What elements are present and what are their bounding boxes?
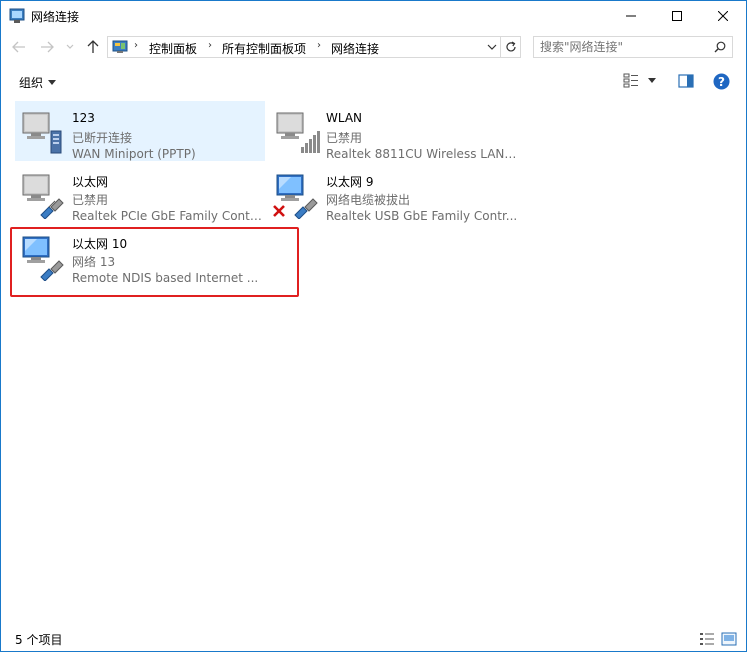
connection-status: 已禁用 (72, 193, 109, 207)
close-button[interactable] (700, 1, 746, 31)
breadcrumb-separator: › (317, 40, 321, 51)
item-count: 5 个项目 (15, 633, 63, 647)
address-dropdown-icon[interactable] (487, 42, 497, 52)
vpn-connection-icon (22, 112, 62, 154)
organize-label: 组织 (19, 76, 44, 90)
network-connections-window: 网络连接 › 控制面板 › 所有控制面板项 › 网络连接 搜索"网络连接" 组织… (0, 0, 747, 652)
connection-name: 以太网 9 (326, 175, 374, 189)
details-view-icon[interactable] (699, 631, 715, 647)
status-bar: 5 个项目 (1, 627, 746, 651)
connection-device: Realtek 8811CU Wireless LAN ... (326, 147, 518, 161)
highlight-annotation-box (10, 227, 299, 297)
connection-name: WLAN (326, 111, 363, 125)
ethernet-unplugged-icon (273, 174, 318, 219)
help-icon[interactable]: ? (713, 73, 730, 90)
maximize-icon (672, 11, 682, 21)
connections-list: 123 已断开连接 WAN Miniport (PPTP) WLAN 已禁用 R… (1, 97, 746, 622)
back-button[interactable] (11, 39, 27, 55)
network-connections-icon (9, 8, 25, 23)
wireless-connection-icon (276, 112, 320, 153)
command-bar: 组织 ? (1, 65, 746, 97)
connection-status: 已禁用 (326, 131, 363, 145)
refresh-button[interactable] (501, 36, 521, 58)
connection-item-wlan[interactable]: WLAN 已禁用 Realtek 8811CU Wireless LAN ... (269, 101, 519, 161)
navigation-bar: › 控制面板 › 所有控制面板项 › 网络连接 (1, 31, 746, 63)
svg-text:?: ? (718, 75, 725, 89)
connection-item-123[interactable]: 123 已断开连接 WAN Miniport (PPTP) (15, 101, 265, 161)
connection-status: 网络电缆被拔出 (326, 193, 411, 207)
connection-device: Realtek USB GbE Family Contr... (326, 209, 518, 223)
address-bar[interactable]: › 控制面板 › 所有控制面板项 › 网络连接 (107, 36, 501, 58)
breadcrumb-separator: › (134, 40, 138, 51)
forward-button[interactable] (39, 39, 55, 55)
connection-device: WAN Miniport (PPTP) (72, 147, 196, 161)
title-bar[interactable]: 网络连接 (1, 1, 746, 31)
connection-device: Realtek PCIe GbE Family Contr... (72, 209, 264, 223)
large-icons-view-icon[interactable] (721, 631, 737, 647)
minimize-button[interactable] (608, 1, 654, 31)
breadcrumb-control-panel[interactable]: 控制面板 (149, 40, 197, 57)
ethernet-connection-icon (22, 174, 64, 219)
view-options-caret-icon[interactable] (648, 78, 656, 83)
breadcrumb-all-control-panel-items[interactable]: 所有控制面板项 (222, 40, 306, 57)
arrow-left-icon (12, 41, 25, 53)
connection-name: 123 (72, 111, 95, 125)
refresh-icon (505, 41, 516, 52)
minimize-icon (626, 15, 636, 17)
close-icon (718, 11, 728, 21)
window-title: 网络连接 (31, 10, 80, 24)
connection-item-ethernet[interactable]: 以太网 已禁用 Realtek PCIe GbE Family Contr... (15, 163, 265, 223)
caret-down-icon (48, 80, 57, 85)
up-button[interactable] (85, 39, 101, 55)
connection-item-ethernet-9[interactable]: 以太网 9 网络电缆被拔出 Realtek USB GbE Family Con… (269, 163, 519, 223)
change-view-icon[interactable] (623, 73, 639, 89)
breadcrumb-network-connections[interactable]: 网络连接 (331, 40, 379, 57)
control-panel-icon (112, 40, 128, 53)
chevron-down-icon (66, 44, 74, 49)
search-box[interactable] (533, 36, 733, 58)
connection-status: 已断开连接 (72, 131, 133, 145)
connection-name: 以太网 (72, 175, 109, 189)
arrow-right-icon (41, 41, 54, 53)
organize-menu-button[interactable]: 组织 (19, 74, 57, 91)
arrow-up-icon (87, 40, 99, 53)
search-input[interactable] (540, 39, 708, 55)
breadcrumb-separator: › (208, 40, 212, 51)
maximize-button[interactable] (654, 1, 700, 31)
recent-locations-button[interactable] (64, 39, 76, 55)
search-icon[interactable] (714, 41, 726, 53)
preview-pane-icon[interactable] (678, 73, 694, 89)
